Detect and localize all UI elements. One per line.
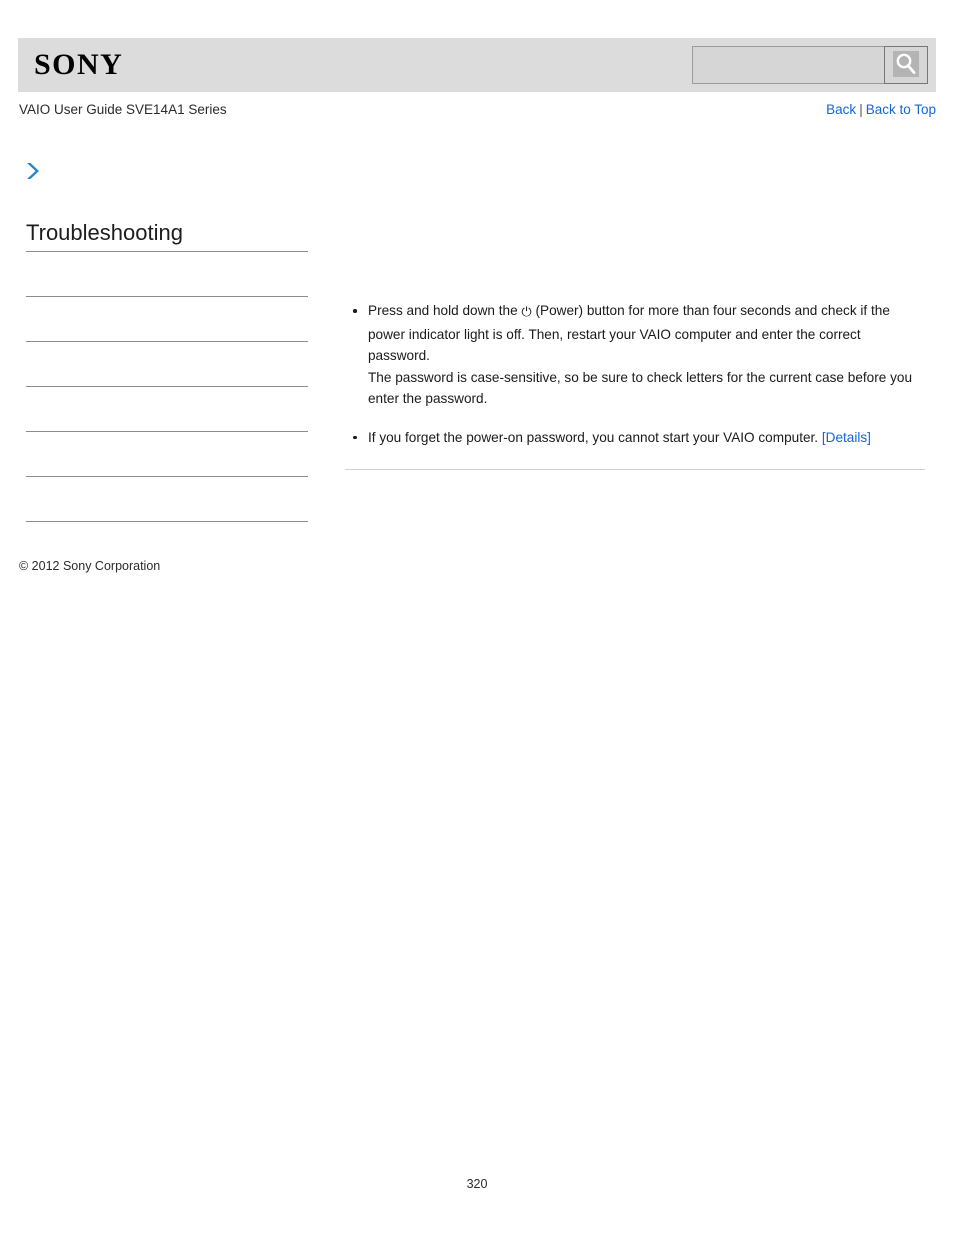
- copyright-text: © 2012 Sony Corporation: [19, 559, 161, 573]
- bullet-second-line: The password is case-sensitive, so be su…: [368, 369, 913, 407]
- search-button[interactable]: [884, 46, 928, 84]
- site-header: SONY: [18, 38, 936, 92]
- sidebar-item-slot[interactable]: [26, 387, 308, 432]
- sidebar-title: Troubleshooting: [26, 220, 183, 245]
- header-nav-links: Back | Back to Top: [826, 102, 936, 117]
- page-number: 320: [466, 1177, 488, 1191]
- back-to-top-link[interactable]: Back to Top: [866, 102, 936, 117]
- details-link[interactable]: [Details]: [822, 430, 871, 445]
- sidebar-item-slot[interactable]: [26, 252, 308, 297]
- chevron-right-icon: [24, 161, 42, 186]
- search-icon: [893, 50, 919, 80]
- troubleshooting-bullet-list: Press and hold down the ⏻ (Power) button…: [345, 300, 925, 448]
- main-content: Press and hold down the ⏻ (Power) button…: [345, 300, 925, 470]
- bullet-text: If you forget the power-on password, you…: [368, 429, 822, 445]
- sidebar: Troubleshooting: [26, 218, 308, 522]
- sidebar-item-slot[interactable]: [26, 432, 308, 477]
- nav-separator: |: [859, 102, 863, 117]
- sidebar-item-slot[interactable]: [26, 342, 308, 387]
- sidebar-item-slot[interactable]: [26, 477, 308, 522]
- list-item: Press and hold down the ⏻ (Power) button…: [345, 300, 925, 410]
- breadcrumb: [24, 160, 42, 186]
- power-icon: ⏻: [521, 305, 532, 320]
- content-divider: [345, 469, 925, 470]
- back-link[interactable]: Back: [826, 102, 856, 117]
- search-area: [692, 46, 928, 84]
- bullet-prefix-text: Press and hold down the: [368, 303, 522, 318]
- sony-logo: SONY: [34, 48, 124, 81]
- list-item: If you forget the power-on password, you…: [345, 427, 925, 449]
- search-input[interactable]: [692, 46, 884, 84]
- sidebar-item-slot[interactable]: [26, 297, 308, 342]
- guide-title: VAIO User Guide SVE14A1 Series: [19, 102, 227, 117]
